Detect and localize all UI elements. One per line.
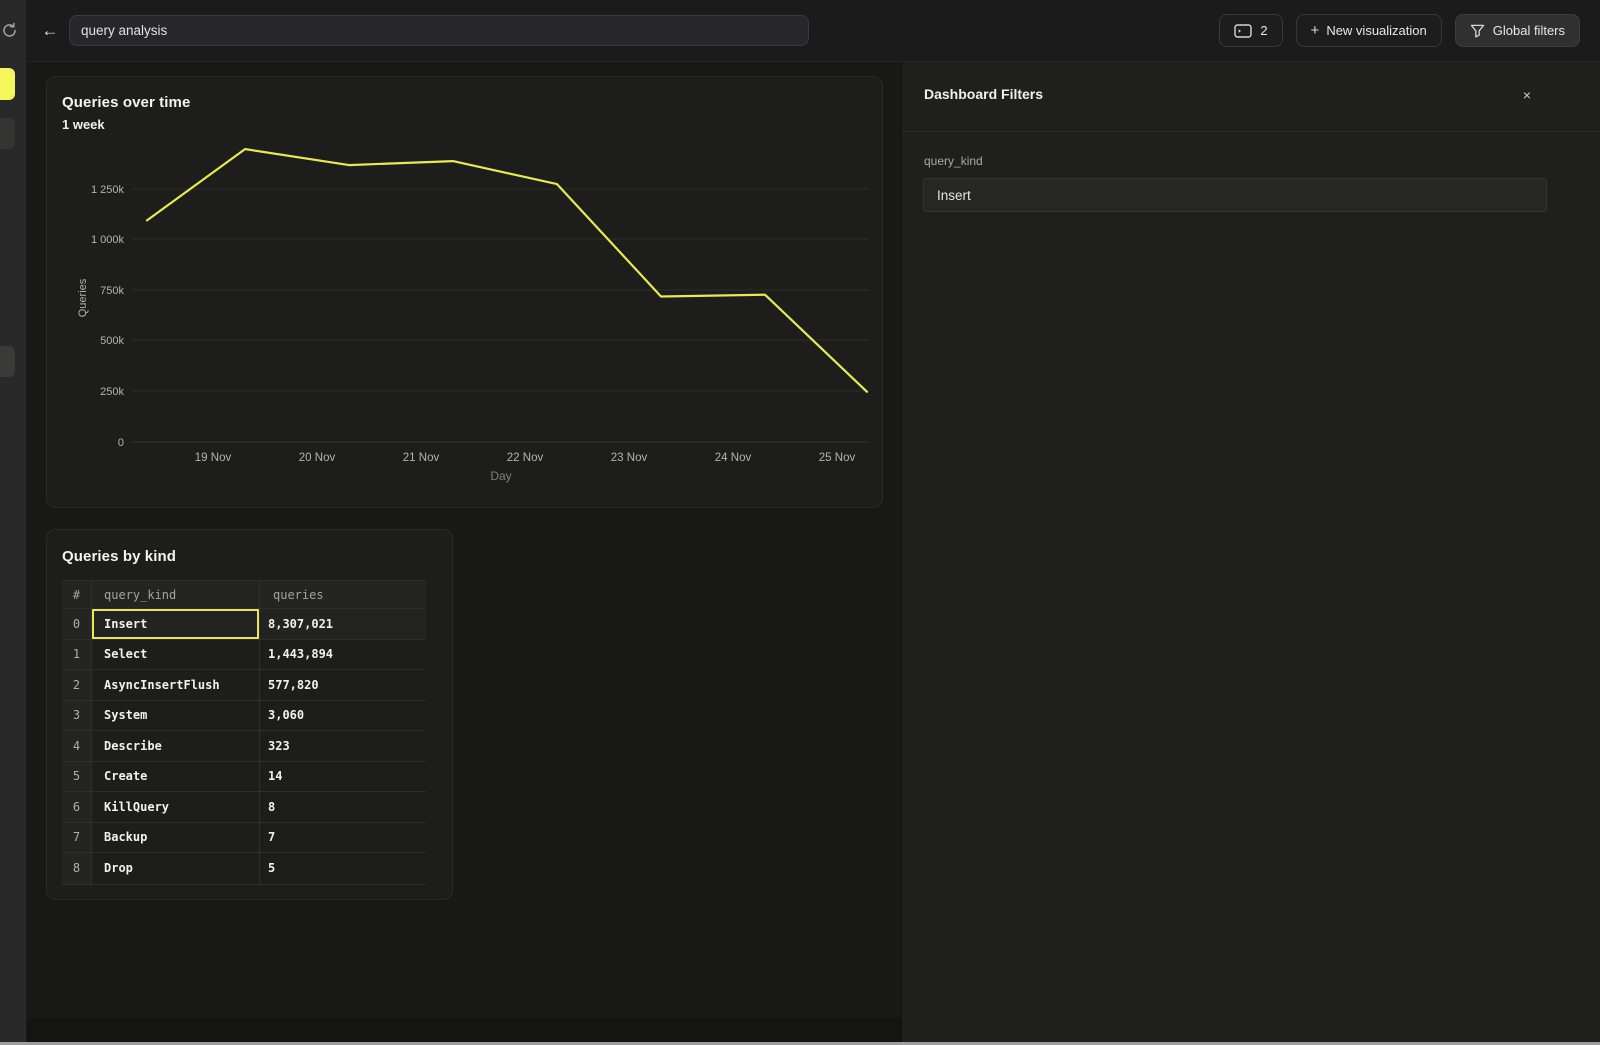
svg-text:500k: 500k	[100, 335, 124, 347]
canvas-footer	[27, 1018, 901, 1042]
queries-line-chart[interactable]: 0 250k 500k 750k 1 000k 1 250k 19 Nov 20 Nov 21 …	[47, 77, 884, 509]
svg-text:Day: Day	[490, 469, 511, 483]
new-visualization-label: New visualization	[1326, 23, 1426, 38]
queries-value-cell[interactable]: 8	[260, 792, 426, 823]
svg-text:19 Nov: 19 Nov	[195, 452, 232, 464]
dashboard-filters-panel: Dashboard Filters × query_kind	[901, 62, 1600, 1042]
table-row: 4Describe323	[62, 731, 426, 762]
row-index-cell: 6	[62, 792, 92, 823]
row-index-cell: 8	[62, 853, 92, 884]
row-index-cell: 3	[62, 701, 92, 732]
svg-text:21 Nov: 21 Nov	[403, 452, 440, 464]
svg-text:23 Nov: 23 Nov	[611, 452, 648, 464]
dashboard-swatch[interactable]	[0, 118, 15, 149]
global-filters-button[interactable]: Global filters	[1455, 14, 1580, 47]
row-index-cell: 5	[62, 762, 92, 793]
svg-text:22 Nov: 22 Nov	[507, 452, 544, 464]
table-header-row: #query_kindqueries	[62, 581, 426, 609]
topbar: ← 2 + New visualization	[27, 0, 1600, 62]
topbar-actions: 2 + New visualization Global filters	[1219, 14, 1580, 47]
svg-text:750k: 750k	[100, 285, 124, 297]
queries-value-cell[interactable]: 577,820	[260, 670, 426, 701]
funnel-filter-icon	[1470, 24, 1485, 38]
column-header-index[interactable]: #	[62, 581, 92, 609]
dashboard-canvas: Queries over time 1 week Queries 0250k50…	[27, 62, 901, 1042]
row-index-cell: 1	[62, 640, 92, 671]
close-panel-button[interactable]: ×	[1516, 84, 1538, 106]
table-row: 8Drop5	[62, 853, 426, 884]
table-row: 0Insert8,307,021	[62, 609, 426, 640]
active-dashboard-swatch[interactable]	[0, 68, 15, 100]
query-kind-filter-input[interactable]	[923, 178, 1547, 212]
filter-field-label: query_kind	[924, 154, 983, 168]
left-rail	[0, 0, 27, 1042]
global-filters-label: Global filters	[1493, 23, 1565, 38]
panel-divider	[902, 131, 1600, 132]
svg-text:1 000k: 1 000k	[91, 234, 125, 246]
queries-value-cell[interactable]: 8,307,021	[260, 609, 426, 640]
row-index-cell: 0	[62, 609, 92, 640]
dashboard-app: ← 2 + New visualization	[0, 0, 1600, 1045]
table-title: Queries by kind	[62, 548, 176, 565]
column-header-query_kind[interactable]: query_kind	[92, 581, 260, 609]
selected-query-kind-cell[interactable]: Insert	[92, 609, 260, 640]
query-windows-button[interactable]: 2	[1219, 14, 1282, 47]
column-header-queries[interactable]: queries	[260, 581, 426, 609]
row-index-cell: 4	[62, 731, 92, 762]
queries-value-cell[interactable]: 5	[260, 853, 426, 884]
close-icon: ×	[1523, 87, 1531, 103]
queries-value-cell[interactable]: 14	[260, 762, 426, 793]
query-kind-cell[interactable]: Describe	[92, 731, 260, 762]
queries-value-cell[interactable]: 1,443,894	[260, 640, 426, 671]
queries-over-time-card: Queries over time 1 week Queries 0250k50…	[46, 76, 883, 508]
table-row: 2AsyncInsertFlush577,820	[62, 670, 426, 701]
queries-table: #query_kindqueries0Insert8,307,0211Selec…	[62, 580, 426, 885]
query-kind-cell[interactable]: System	[92, 701, 260, 732]
query-kind-cell[interactable]: Create	[92, 762, 260, 793]
table-row: 3System3,060	[62, 701, 426, 732]
dashboard-title-input[interactable]	[69, 15, 809, 46]
new-visualization-button[interactable]: + New visualization	[1296, 14, 1442, 47]
back-arrow-icon: ←	[42, 21, 59, 41]
query-kind-cell[interactable]: KillQuery	[92, 792, 260, 823]
queries-value-cell[interactable]: 3,060	[260, 701, 426, 732]
svg-text:25 Nov: 25 Nov	[819, 452, 856, 464]
svg-text:250k: 250k	[100, 386, 124, 398]
query-kind-cell[interactable]: Drop	[92, 853, 260, 884]
queries-value-cell[interactable]: 7	[260, 823, 426, 854]
dashboard-swatch[interactable]	[0, 346, 15, 377]
console-window-icon	[1234, 24, 1252, 38]
svg-text:20 Nov: 20 Nov	[299, 452, 336, 464]
plus-icon: +	[1311, 22, 1320, 39]
query-windows-count: 2	[1260, 23, 1267, 38]
svg-text:0: 0	[118, 437, 124, 449]
table-row: 5Create14	[62, 762, 426, 793]
back-button[interactable]: ←	[35, 16, 65, 46]
table-row: 1Select1,443,894	[62, 640, 426, 671]
svg-text:1 250k: 1 250k	[91, 184, 125, 196]
svg-text:24 Nov: 24 Nov	[715, 452, 752, 464]
filters-panel-title: Dashboard Filters	[924, 86, 1043, 102]
row-index-cell: 7	[62, 823, 92, 854]
query-kind-cell[interactable]: Backup	[92, 823, 260, 854]
table-row: 6KillQuery8	[62, 792, 426, 823]
row-index-cell: 2	[62, 670, 92, 701]
history-refresh-icon[interactable]	[1, 22, 18, 39]
queries-value-cell[interactable]: 323	[260, 731, 426, 762]
queries-by-kind-card: Queries by kind #query_kindqueries0Inser…	[46, 529, 453, 900]
table-row: 7Backup7	[62, 823, 426, 854]
query-kind-cell[interactable]: Select	[92, 640, 260, 671]
query-kind-cell[interactable]: AsyncInsertFlush	[92, 670, 260, 701]
